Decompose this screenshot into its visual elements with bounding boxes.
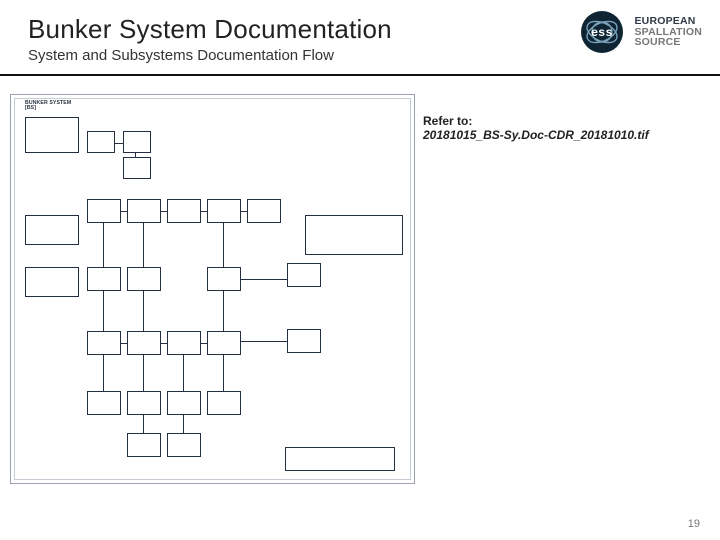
diagram-node xyxy=(287,329,321,353)
diagram-connector xyxy=(135,153,136,157)
diagram-node xyxy=(167,331,201,355)
diagram-node xyxy=(207,331,241,355)
diagram-node xyxy=(127,331,161,355)
diagram-connector xyxy=(223,291,224,331)
diagram-node xyxy=(87,131,115,153)
diagram-node xyxy=(167,433,201,457)
diagram-connector xyxy=(143,291,144,331)
diagram-node xyxy=(207,199,241,223)
refer-file: 20181015_BS-Sy.Doc-CDR_20181010.tif xyxy=(423,128,649,142)
diagram-node xyxy=(127,199,161,223)
diagram-node xyxy=(285,447,395,471)
diagram-connector xyxy=(223,355,224,391)
diagram-node xyxy=(305,215,403,255)
header: Bunker System Documentation System and S… xyxy=(0,0,720,86)
diagram-node xyxy=(207,391,241,415)
diagram-connector xyxy=(143,415,144,433)
diagram-connector xyxy=(115,143,123,144)
logo-monogram: ess xyxy=(592,25,614,39)
diagram-connector xyxy=(241,279,287,280)
diagram-connector xyxy=(183,415,184,433)
diagram-connector xyxy=(161,211,167,212)
diagram-connector xyxy=(223,223,224,267)
diagram-node xyxy=(25,267,79,297)
flow-diagram: BUNKER SYSTEM [BS] xyxy=(10,94,415,484)
diagram-connector xyxy=(201,211,207,212)
diagram-connector xyxy=(241,341,287,342)
diagram-node xyxy=(287,263,321,287)
flow-diagram-canvas: BUNKER SYSTEM [BS] xyxy=(14,98,411,480)
diagram-node xyxy=(207,267,241,291)
ess-logo-icon: ess xyxy=(580,10,624,54)
page-number: 19 xyxy=(688,518,700,530)
diagram-node xyxy=(87,267,121,291)
diagram-connector xyxy=(241,211,247,212)
diagram-node xyxy=(25,117,79,153)
diagram-connector xyxy=(201,343,207,344)
diagram-node xyxy=(123,131,151,153)
diagram-connector xyxy=(161,343,167,344)
diagram-connector xyxy=(143,223,144,267)
logo-line3: SOURCE xyxy=(634,37,702,48)
slide: Bunker System Documentation System and S… xyxy=(0,0,720,540)
diagram-node xyxy=(167,199,201,223)
refer-callout: Refer to: 20181015_BS-Sy.Doc-CDR_2018101… xyxy=(423,114,649,142)
refer-label: Refer to: xyxy=(423,114,472,128)
diagram-connector xyxy=(121,211,127,212)
diagram-node xyxy=(87,391,121,415)
logo: ess EUROPEAN SPALLATION SOURCE xyxy=(580,10,702,54)
diagram-connector xyxy=(121,343,127,344)
diagram-node xyxy=(167,391,201,415)
diagram-node xyxy=(127,433,161,457)
header-underline xyxy=(0,74,720,76)
diagram-node xyxy=(25,215,79,245)
diagram-node xyxy=(87,199,121,223)
logo-text: EUROPEAN SPALLATION SOURCE xyxy=(634,16,702,48)
diagram-connector xyxy=(103,223,104,267)
diagram-title: BUNKER SYSTEM [BS] xyxy=(25,101,71,112)
diagram-node xyxy=(247,199,281,223)
diagram-connector xyxy=(143,355,144,391)
diagram-connector xyxy=(183,355,184,391)
diagram-node xyxy=(127,391,161,415)
diagram-node xyxy=(87,331,121,355)
diagram-connector xyxy=(103,291,104,331)
diagram-node xyxy=(123,157,151,179)
diagram-connector xyxy=(103,355,104,391)
diagram-node xyxy=(127,267,161,291)
